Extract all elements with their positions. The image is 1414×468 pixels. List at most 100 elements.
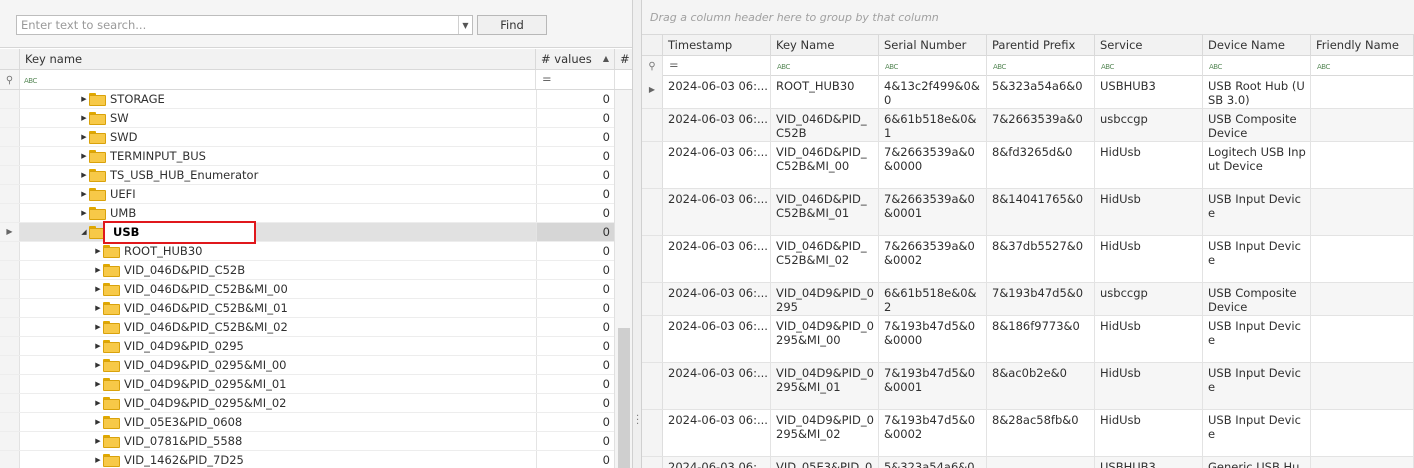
expand-triangle-icon[interactable]: ▶ xyxy=(79,185,89,203)
expand-triangle-icon[interactable]: ▶ xyxy=(93,394,103,412)
grid-row[interactable]: ▶ 2024-06-03 06:... ROOT_HUB30 4&13c2f499&0… xyxy=(642,76,1414,109)
tree-row[interactable]: ▶ TERMINPUT_BUS 0 xyxy=(0,147,614,166)
tree-row[interactable]: ▶ VID_046D&PID_C52B&MI_02 0 xyxy=(0,318,614,337)
tree-node-label: TERMINPUT_BUS xyxy=(110,149,206,163)
tree-row[interactable]: ▶ VID_05E3&PID_0608 0 xyxy=(0,413,614,432)
expand-triangle-icon[interactable]: ▶ xyxy=(93,413,103,431)
splitter-grip-icon[interactable]: · · · xyxy=(636,412,639,430)
find-button[interactable]: Find xyxy=(477,15,547,35)
pane-splitter[interactable]: · · · xyxy=(632,0,642,468)
cell-serial-number: 7&193b47d5&0&0000 xyxy=(879,316,987,362)
expand-triangle-icon[interactable]: ▶ xyxy=(93,280,103,298)
tree-row[interactable]: ▶ ◢ USB 0 xyxy=(0,223,614,242)
tree-node-values: 0 xyxy=(536,147,614,165)
row-indicator xyxy=(0,166,20,184)
tree-row[interactable]: ▶ TS_USB_HUB_Enumerator 0 xyxy=(0,166,614,185)
cell-timestamp: 2024-06-03 06:... xyxy=(663,76,771,108)
tree-row[interactable]: ▶ SWD 0 xyxy=(0,128,614,147)
expand-triangle-icon[interactable]: ▶ xyxy=(93,337,103,355)
tree-row[interactable]: ▶ VID_046D&PID_C52B&MI_00 0 xyxy=(0,280,614,299)
key-name-filter-cell[interactable]: ABC xyxy=(20,70,536,89)
column-header-key-name[interactable]: Key name xyxy=(20,49,536,70)
folder-icon xyxy=(103,302,120,315)
expand-triangle-icon[interactable]: ▶ xyxy=(79,166,89,184)
column-header-values[interactable]: # values ▲ xyxy=(536,49,615,70)
column-header-parentid-prefix[interactable]: Parentid Prefix xyxy=(987,35,1095,56)
tree-row[interactable]: ▶ ROOT_HUB30 0 xyxy=(0,242,614,261)
values-filter-cell[interactable]: = xyxy=(536,70,615,89)
tree-node-label: VID_04D9&PID_0295&MI_00 xyxy=(124,358,287,372)
scrollbar-thumb[interactable] xyxy=(618,328,630,468)
tree-row[interactable]: ▶ VID_04D9&PID_0295&MI_02 0 xyxy=(0,394,614,413)
tree-row[interactable]: ▶ UEFI 0 xyxy=(0,185,614,204)
chevron-down-icon[interactable]: ▼ xyxy=(458,16,472,34)
search-box[interactable]: ▼ xyxy=(16,15,473,35)
tree-node-values: 0 xyxy=(536,356,614,374)
grid-row[interactable]: 2024-06-03 06:... VID_046D&PID_C52B 6&61b5… xyxy=(642,109,1414,142)
row-indicator xyxy=(0,337,20,355)
cell-device-name: USB Input Device xyxy=(1203,236,1311,282)
tree-row[interactable]: ▶ VID_046D&PID_C52B 0 xyxy=(0,261,614,280)
row-indicator xyxy=(0,280,20,298)
tree-row[interactable]: ▶ VID_0781&PID_5588 0 xyxy=(0,432,614,451)
tree-row[interactable]: ▶ VID_04D9&PID_0295&MI_01 0 xyxy=(0,375,614,394)
expand-triangle-icon[interactable]: ▶ xyxy=(93,261,103,279)
cell-device-name: Logitech USB Input Device xyxy=(1203,142,1311,188)
group-by-panel[interactable]: Drag a column header here to group by th… xyxy=(642,0,1414,35)
column-header-extra[interactable]: # xyxy=(615,49,632,70)
folder-body xyxy=(103,399,120,410)
pin-icon[interactable]: ⚲ xyxy=(642,56,663,76)
expand-triangle-icon[interactable]: ▶ xyxy=(79,147,89,165)
grid-row[interactable]: 2024-06-03 06:... VID_05E3&PID_0 5&323a54a… xyxy=(642,457,1414,468)
column-header-friendly-name[interactable]: Friendly Name xyxy=(1311,35,1414,56)
grid-row[interactable]: 2024-06-03 06:... VID_04D9&PID_0295&MI_00… xyxy=(642,316,1414,363)
tree-node-label: VID_1462&PID_7D25 xyxy=(124,453,244,467)
collapse-triangle-icon[interactable]: ◢ xyxy=(79,223,89,241)
expand-triangle-icon[interactable]: ▶ xyxy=(93,451,103,468)
expand-triangle-icon[interactable]: ▶ xyxy=(79,90,89,108)
service-filter-cell[interactable]: ABC xyxy=(1095,56,1203,76)
folder-body xyxy=(103,266,120,277)
expand-triangle-icon[interactable]: ▶ xyxy=(93,318,103,336)
tree-row[interactable]: ▶ UMB 0 xyxy=(0,204,614,223)
expand-triangle-icon[interactable]: ▶ xyxy=(79,204,89,222)
expand-triangle-icon[interactable]: ▶ xyxy=(93,356,103,374)
device-name-filter-cell[interactable]: ABC xyxy=(1203,56,1311,76)
selected-node-highlight[interactable]: USB xyxy=(103,221,256,244)
expand-triangle-icon[interactable]: ▶ xyxy=(93,299,103,317)
grid-row[interactable]: 2024-06-03 06:... VID_04D9&PID_0295&MI_01… xyxy=(642,363,1414,410)
grid-row[interactable]: 2024-06-03 06:... VID_04D9&PID_0295 6&61b5… xyxy=(642,283,1414,316)
grid-row[interactable]: 2024-06-03 06:... VID_046D&PID_C52B&MI_02… xyxy=(642,236,1414,283)
friendly-name-filter-cell[interactable]: ABC xyxy=(1311,56,1414,76)
grid-row[interactable]: 2024-06-03 06:... VID_04D9&PID_0295&MI_02… xyxy=(642,410,1414,457)
expand-triangle-icon[interactable]: ▶ xyxy=(93,375,103,393)
expand-triangle-icon[interactable]: ▶ xyxy=(93,432,103,450)
column-header-serial-number[interactable]: Serial Number xyxy=(879,35,987,56)
tree-row[interactable]: ▶ VID_04D9&PID_0295&MI_00 0 xyxy=(0,356,614,375)
column-header-timestamp[interactable]: Timestamp xyxy=(663,35,771,56)
tree-row[interactable]: ▶ SW 0 xyxy=(0,109,614,128)
key-name-filter-cell[interactable]: ABC xyxy=(771,56,879,76)
grid-row[interactable]: 2024-06-03 06:... VID_046D&PID_C52B&MI_00… xyxy=(642,142,1414,189)
grid-row[interactable]: 2024-06-03 06:... VID_046D&PID_C52B&MI_01… xyxy=(642,189,1414,236)
search-input[interactable] xyxy=(17,16,457,34)
pin-icon[interactable]: ⚲ xyxy=(0,70,20,89)
folder-body xyxy=(103,418,120,429)
parentid-prefix-filter-cell[interactable]: ABC xyxy=(987,56,1095,76)
tree-vertical-scrollbar[interactable] xyxy=(614,90,632,468)
expand-triangle-icon[interactable]: ▶ xyxy=(79,109,89,127)
timestamp-filter-cell[interactable]: = xyxy=(663,56,771,76)
serial-number-filter-cell[interactable]: ABC xyxy=(879,56,987,76)
row-indicator xyxy=(642,236,663,282)
tree-row[interactable]: ▶ STORAGE 0 xyxy=(0,90,614,109)
tree-row[interactable]: ▶ VID_1462&PID_7D25 0 xyxy=(0,451,614,468)
tree-row[interactable]: ▶ VID_04D9&PID_0295 0 xyxy=(0,337,614,356)
row-indicator xyxy=(642,283,663,315)
column-header-device-name[interactable]: Device Name xyxy=(1203,35,1311,56)
row-indicator xyxy=(0,128,20,146)
expand-triangle-icon[interactable]: ▶ xyxy=(93,242,103,260)
tree-row[interactable]: ▶ VID_046D&PID_C52B&MI_01 0 xyxy=(0,299,614,318)
column-header-key-name[interactable]: Key Name xyxy=(771,35,879,56)
column-header-service[interactable]: Service xyxy=(1095,35,1203,56)
expand-triangle-icon[interactable]: ▶ xyxy=(79,128,89,146)
